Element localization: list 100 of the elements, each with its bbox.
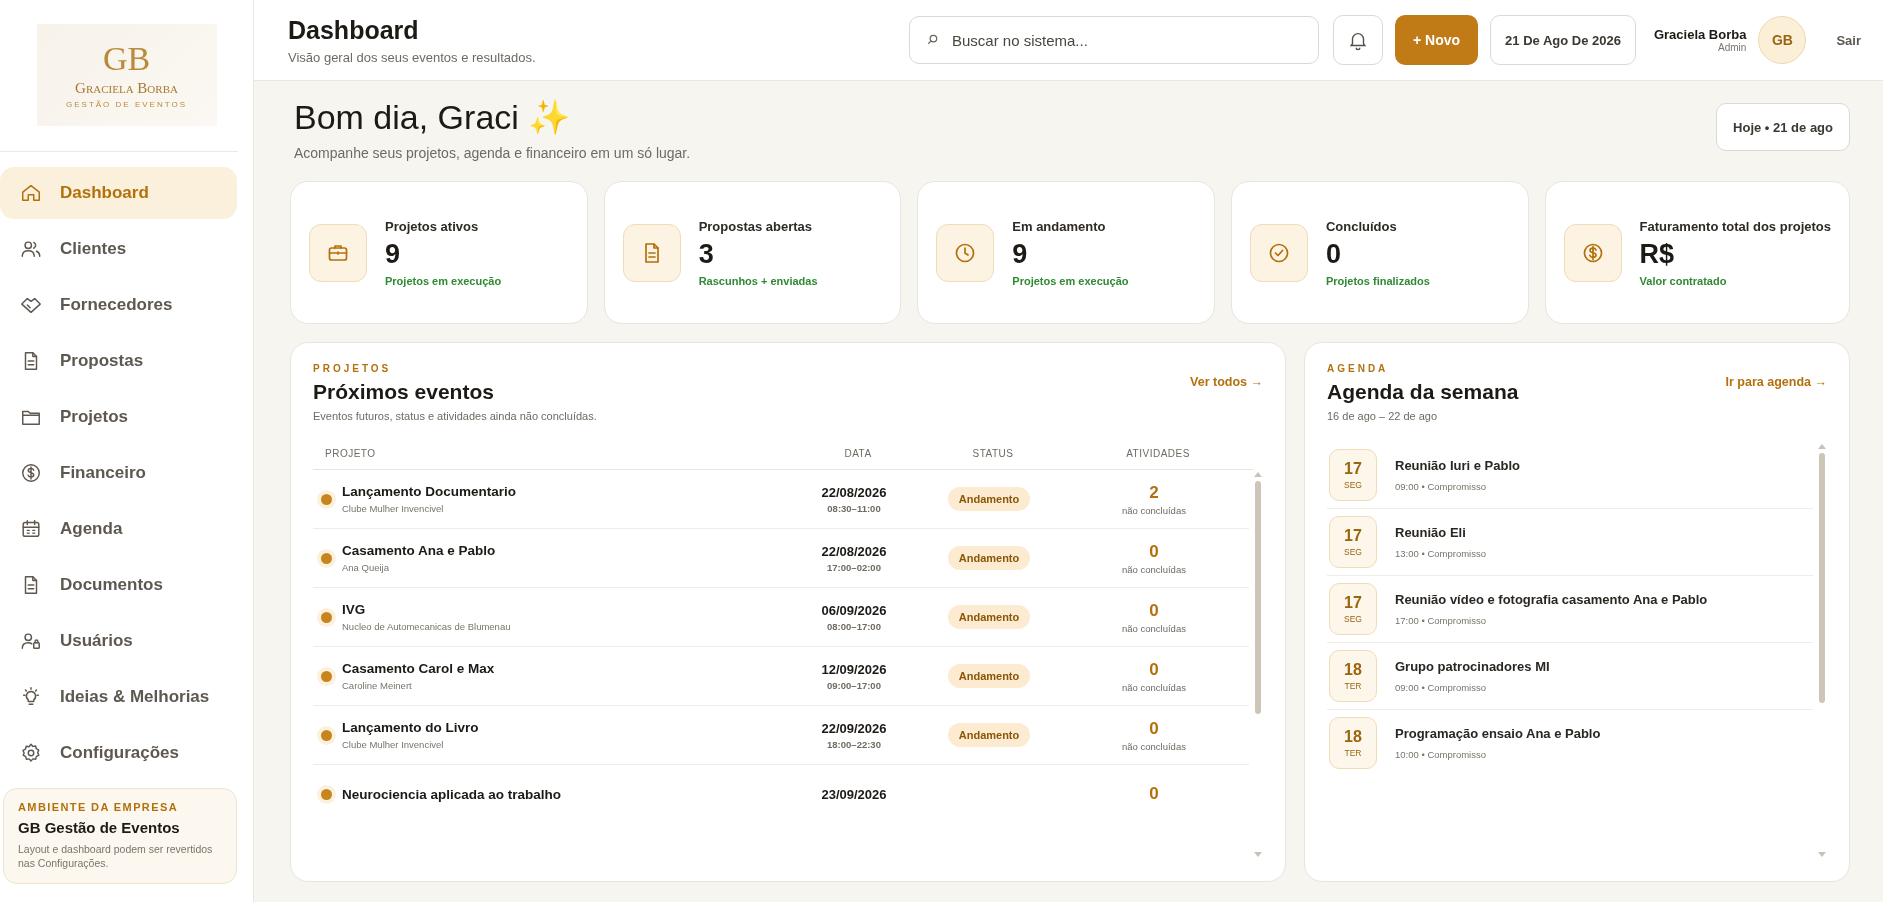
status-badge: Andamento [947,605,1031,629]
status-dot [321,729,332,741]
sidebar-item[interactable]: Financeiro [0,447,237,499]
client-name: Nucleo de Automecanicas de Blumenau [342,621,511,632]
client-name: Caroline Meinert [342,680,413,691]
user-name: Graciela Borba [1653,27,1747,42]
panel-description: Eventos futuros, status e atividades ainda não concluídas. [313,410,597,422]
project-name[interactable]: Neurociencia aplicada ao trabalho [342,786,562,802]
status-badge: Andamento [947,664,1031,688]
activity-count: 0 [1149,541,1159,562]
stat-label: Propostas abertas [698,218,814,234]
user-role: Admin [1718,42,1747,53]
weekday: SEG [1344,480,1362,490]
sidebar-item[interactable]: Projetos [0,391,237,443]
appointment-title[interactable]: Grupo patrocinadores MI [1395,659,1550,674]
stat-label: Faturamento total dos projetos [1639,218,1831,234]
gear-icon [20,742,42,764]
appointment-meta: 09:00 • Compromisso [1395,682,1487,693]
project-name[interactable]: Casamento Ana e Pablo [342,543,496,558]
weekday: SEG [1344,547,1362,557]
weekday: TER [1344,748,1362,758]
stat-value: 3 [698,238,715,270]
project-name[interactable]: IVG [342,602,511,617]
day-number: 17 [1344,594,1362,612]
appointment-title[interactable]: Programação ensaio Ana e Pablo [1395,726,1601,741]
panel-title: Próximos eventos [313,380,495,404]
column-header: DATA [843,448,873,459]
appointment-title[interactable]: Reunião vídeo e fotografia casamento Ana e Pablo [1395,592,1708,607]
greeting-title: Bom dia, Graci ✨ [294,97,572,137]
project-name[interactable]: Lançamento Documentario [342,484,517,499]
page-title: Dashboard [288,15,420,45]
project-name[interactable]: Casamento Carol e Max [342,661,495,676]
activity-note: não concluídas [1122,563,1186,575]
sidebar-item[interactable]: Propostas [0,335,237,387]
go-to-agenda-link[interactable]: Ir para agenda → [1725,375,1827,389]
sidebar-item[interactable]: Documentos [0,559,237,611]
sidebar-item[interactable]: Ideias & Melhorias [0,671,237,723]
appointment-title[interactable]: Reunião Eli [1395,525,1486,540]
event-date: 22/08/2026 [821,543,887,559]
calendar-icon [20,518,42,540]
stat-value: 0 [1325,238,1342,270]
sidebar-item[interactable]: Agenda [0,503,237,555]
notifications-button[interactable] [1333,15,1383,65]
search-field[interactable]: Buscar no sistema... [909,16,1319,64]
column-header: ATIVIDADES [1125,448,1191,459]
company-label: AMBIENTE DA EMPRESA [18,800,180,813]
day-number: 17 [1344,527,1362,545]
event-date: 23/09/2026 [821,786,887,802]
panel-title: Agenda da semana [1327,380,1519,404]
sidebar-item[interactable]: Fornecedores [0,279,237,331]
activity-note: não concluídas [1122,622,1186,634]
stat-note: Projetos em execução [1012,274,1129,287]
event-date: 22/09/2026 [821,720,887,736]
logout-link[interactable]: Sair [1836,32,1861,48]
search-icon [925,32,940,47]
client-name: Clube Mulher Invencivel [342,739,445,750]
activity-count: 2 [1149,482,1159,503]
event-date: 06/09/2026 [821,602,887,618]
day-number: 18 [1344,728,1362,746]
activity-count: 0 [1149,600,1159,621]
status-badge: Andamento [947,723,1031,747]
stat-label: Concluídos [1325,218,1398,234]
activity-count: 0 [1149,659,1159,680]
date-button[interactable]: 21 De Ago De 2026 [1490,15,1636,65]
users-icon [20,238,42,260]
status-dot [321,670,332,682]
event-time: 08:00–17:00 [827,620,881,632]
activity-note: não concluídas [1122,504,1186,516]
greeting-subtitle: Acompanhe seus projetos, agenda e financeiro em um só lugar. [294,145,691,161]
activity-count: 0 [1149,784,1159,804]
stat-label: Projetos ativos [385,218,480,234]
status-dot [321,493,332,505]
appointment-title[interactable]: Reunião Iuri e Pablo [1395,458,1520,473]
appointment-meta: 13:00 • Compromisso [1395,548,1486,559]
stat-note: Projetos finalizados [1325,274,1430,287]
event-time: 08:30–11:00 [827,502,881,514]
lightbulb-icon [20,686,42,708]
activity-count: 0 [1149,718,1159,739]
weekday: TER [1344,681,1362,691]
sidebar-item[interactable]: Clientes [0,223,237,275]
logo-tagline: GESTÃO DE EVENTOS [66,99,187,109]
stat-note: Projetos em execução [385,274,502,287]
view-all-link[interactable]: Ver todos → [1190,375,1263,389]
appointment-meta: 17:00 • Compromisso [1395,615,1487,626]
user-lock-icon [20,630,42,652]
stat-value: R$ [1639,238,1676,270]
page-subtitle: Visão geral dos seus eventos e resultados. [288,49,537,65]
today-button[interactable]: Hoje • 21 de ago [1716,103,1850,151]
user-avatar[interactable]: GB [1758,16,1807,64]
sidebar-item[interactable]: Configurações [0,727,237,779]
project-name[interactable]: Lançamento do Livro [342,720,479,735]
event-time: 17:00–02:00 [827,561,881,573]
dollar-icon [20,462,42,484]
sidebar-item[interactable]: Dashboard [0,167,237,219]
event-date: 12/09/2026 [821,661,887,677]
sidebar-item[interactable]: Usuários [0,615,237,667]
status-dot [321,788,332,800]
stat-value: 9 [1012,238,1029,270]
weekday: SEG [1344,614,1362,624]
house-icon [20,182,42,204]
